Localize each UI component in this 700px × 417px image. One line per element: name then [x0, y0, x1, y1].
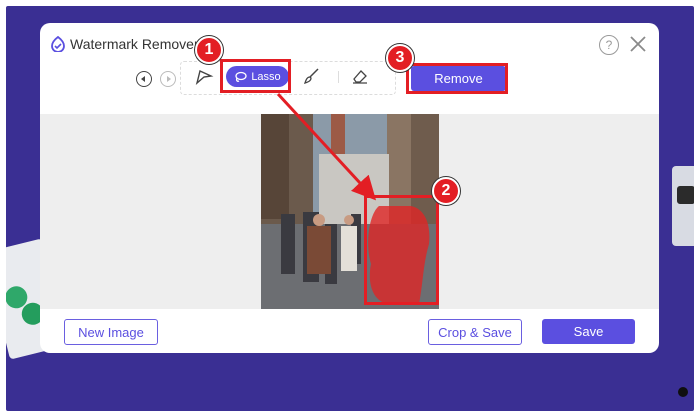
- background-decoration-right: [672, 166, 694, 246]
- background-shape: [677, 186, 694, 204]
- lasso-highlight-box: [220, 59, 291, 93]
- background-dot: [678, 387, 688, 397]
- eraser-icon[interactable]: [351, 67, 369, 85]
- remove-highlight-box: [406, 63, 508, 94]
- save-button[interactable]: Save: [542, 319, 635, 344]
- help-icon[interactable]: ?: [599, 35, 619, 55]
- new-image-button[interactable]: New Image: [64, 319, 158, 345]
- watermark-remover-logo-icon: [51, 36, 65, 52]
- step-3-badge: 3: [386, 44, 414, 72]
- crop-save-button[interactable]: Crop & Save: [428, 319, 522, 345]
- dialog-header: Watermark Remover: [50, 36, 199, 52]
- close-icon[interactable]: [629, 35, 647, 53]
- undo-icon[interactable]: [136, 71, 152, 87]
- image-canvas[interactable]: [40, 114, 659, 309]
- polygonal-lasso-icon[interactable]: [194, 67, 214, 87]
- watermark-remover-dialog: Watermark Remover ? Lasso Remove New Ima…: [40, 23, 659, 353]
- redo-icon[interactable]: [160, 71, 176, 87]
- step-1-badge: 1: [195, 36, 223, 64]
- step-2-badge: 2: [432, 177, 460, 205]
- selection-highlight-box: [364, 195, 439, 305]
- dialog-title: Watermark Remover: [70, 36, 199, 52]
- toolbar-divider: [338, 71, 339, 83]
- brush-icon[interactable]: [303, 67, 321, 85]
